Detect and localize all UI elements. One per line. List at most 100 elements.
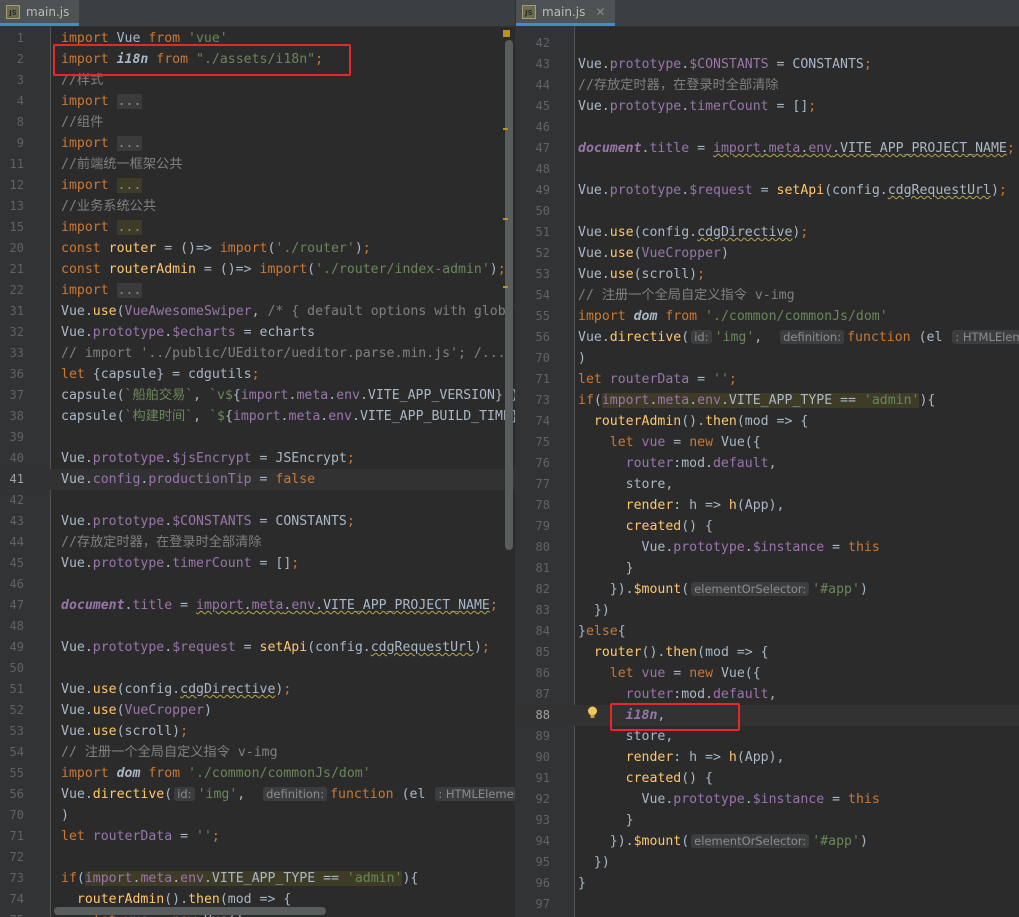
code-text[interactable]: //存放定时器，在登录时全部清除 — [61, 532, 262, 553]
code-line[interactable]: 40 Vue.prototype.$jsEncrypt = JSEncrypt; — [0, 448, 515, 469]
code-text[interactable]: import ... — [61, 175, 143, 196]
code-line[interactable]: 76 router:mod.default, — [516, 453, 1019, 474]
code-line[interactable]: 12 import ... — [0, 175, 515, 196]
code-line[interactable]: 93 } — [516, 810, 1019, 831]
code-line[interactable]: 70) — [0, 805, 515, 826]
code-text[interactable]: Vue.use(VueCropper) — [578, 243, 729, 264]
code-line[interactable]: 56 Vue.directive(id:'img', definition: fun… — [516, 327, 1019, 348]
code-lines[interactable]: 1 import Vue from 'vue' 2 import i18n from … — [0, 28, 515, 917]
code-text[interactable]: // 注册一个全局自定义指令 v-img — [578, 285, 795, 306]
code-line[interactable]: 97 — [516, 894, 1019, 915]
code-line[interactable]: 43 Vue.prototype.$CONSTANTS = CONSTANTS; — [516, 54, 1019, 75]
code-line[interactable]: 77 store, — [516, 474, 1019, 495]
code-text[interactable]: capsule(`构建时间`, `${import.meta.env.VITE_… — [61, 406, 515, 427]
code-line[interactable]: 70) — [516, 348, 1019, 369]
warning-marker[interactable] — [503, 30, 510, 37]
code-text[interactable]: let routerData = ''; — [61, 826, 220, 847]
code-line[interactable]: 3 //样式 — [0, 70, 515, 91]
code-text[interactable]: created() { — [578, 516, 713, 537]
code-text[interactable]: router().then(mod => { — [578, 642, 769, 663]
code-text[interactable]: import Vue from 'vue' — [61, 28, 228, 49]
code-line[interactable]: 11 //前端统一框架公共 — [0, 154, 515, 175]
code-line[interactable]: 89 store, — [516, 726, 1019, 747]
code-text[interactable]: Vue.prototype.$instance = this — [578, 789, 880, 810]
code-line[interactable]: 92 Vue.prototype.$instance = this — [516, 789, 1019, 810]
editor-pane-left[interactable]: JS main.js 1 import Vue from 'vue' 2 import… — [0, 0, 515, 917]
lightbulb-icon[interactable] — [587, 706, 598, 720]
code-line[interactable]: 44 //存放定时器，在登录时全部清除 — [0, 532, 515, 553]
code-text[interactable]: // import '../public/UEditor/ueditor.par… — [61, 343, 506, 364]
code-line[interactable]: 71 let routerData = ''; — [0, 826, 515, 847]
code-line[interactable]: 20 const router = ()=> import('./router')… — [0, 238, 515, 259]
code-text[interactable]: Vue.directive(id:'img', definition: funct… — [61, 784, 515, 805]
code-text[interactable]: router:mod.default, — [578, 684, 777, 705]
code-text[interactable]: const routerAdmin = ()=> import('./route… — [61, 259, 506, 280]
code-line[interactable]: 44 //存放定时器，在登录时全部清除 — [516, 75, 1019, 96]
code-text[interactable]: import dom from './common/commonJs/dom' — [578, 306, 888, 327]
code-text[interactable]: router:mod.default, — [578, 453, 777, 474]
code-line[interactable]: 39 — [0, 427, 515, 448]
code-text[interactable]: }).$mount(elementOrSelector: '#app') — [578, 831, 868, 852]
vertical-scrollbar[interactable] — [505, 40, 513, 550]
code-line[interactable]: 31 Vue.use(VueAwesomeSwiper, /* { default… — [0, 301, 515, 322]
code-line[interactable]: 81 } — [516, 558, 1019, 579]
tab-main-js-left[interactable]: JS main.js — [0, 0, 80, 26]
code-line[interactable]: 36 let {capsule} = cdgutils; — [0, 364, 515, 385]
code-line[interactable]: 33 // import '../public/UEditor/ueditor.p… — [0, 343, 515, 364]
code-text[interactable]: document.title = import.meta.env.VITE_AP… — [61, 595, 498, 616]
code-line[interactable]: 74 routerAdmin().then(mod => { — [516, 411, 1019, 432]
code-line[interactable]: 87 router:mod.default, — [516, 684, 1019, 705]
code-text[interactable]: ) — [578, 348, 586, 369]
code-line[interactable]: 15 import ... — [0, 217, 515, 238]
code-text[interactable]: Vue.prototype.$request = setApi(config.c… — [61, 637, 490, 658]
code-line[interactable]: 85 router().then(mod => { — [516, 642, 1019, 663]
code-text[interactable]: Vue.use(VueCropper) — [61, 700, 212, 721]
code-line[interactable]: 83 }) — [516, 600, 1019, 621]
code-line[interactable]: 50 — [0, 658, 515, 679]
code-line[interactable]: 42 — [0, 490, 515, 511]
code-text[interactable]: import i18n from "./assets/i18n"; — [61, 49, 323, 70]
code-line[interactable]: 1 import Vue from 'vue' — [0, 28, 515, 49]
code-text[interactable]: let vue = new Vue({ — [578, 432, 761, 453]
code-text[interactable]: let {capsule} = cdgutils; — [61, 364, 260, 385]
code-text[interactable]: Vue.prototype.timerCount = []; — [578, 96, 816, 117]
code-line[interactable]: 41 Vue.config.productionTip = false — [0, 469, 515, 490]
code-text[interactable]: render: h => h(App), — [578, 495, 785, 516]
code-line[interactable]: 22 import ... — [0, 280, 515, 301]
code-text[interactable]: if(import.meta.env.VITE_APP_TYPE == 'adm… — [61, 868, 418, 889]
code-text[interactable]: Vue.use(config.cdgDirective); — [578, 222, 808, 243]
code-text[interactable]: import ... — [61, 133, 143, 154]
code-text[interactable]: created() { — [578, 768, 713, 789]
code-line[interactable]: 95 }) — [516, 852, 1019, 873]
code-line[interactable]: 47 document.title = import.meta.env.VITE_… — [0, 595, 515, 616]
code-line[interactable]: 48 — [516, 159, 1019, 180]
code-text[interactable]: capsule(`船舶交易`, `v${import.meta.env.VITE… — [61, 385, 515, 406]
code-text[interactable]: import dom from './common/commonJs/dom' — [61, 763, 371, 784]
code-text[interactable]: import ... — [61, 91, 143, 112]
code-line[interactable]: 46 — [516, 117, 1019, 138]
code-line[interactable]: 54 // 注册一个全局自定义指令 v-img — [516, 285, 1019, 306]
code-line[interactable]: 49 Vue.prototype.$request = setApi(config… — [516, 180, 1019, 201]
code-text[interactable]: Vue.prototype.$CONSTANTS = CONSTANTS; — [61, 511, 355, 532]
code-text[interactable]: } — [578, 810, 634, 831]
code-text[interactable]: //存放定时器，在登录时全部清除 — [578, 75, 779, 96]
code-text[interactable]: Vue.use(scroll); — [61, 721, 188, 742]
code-text[interactable]: } — [578, 558, 634, 579]
code-line[interactable]: 2 import i18n from "./assets/i18n"; — [0, 49, 515, 70]
code-text[interactable]: document.title = import.meta.env.VITE_AP… — [578, 138, 1015, 159]
code-line[interactable]: 8 //组件 — [0, 112, 515, 133]
code-text[interactable]: const router = ()=> import('./router'); — [61, 238, 371, 259]
code-text[interactable]: Vue.prototype.$instance = this — [578, 537, 880, 558]
code-text[interactable]: Vue.prototype.$jsEncrypt = JSEncrypt; — [61, 448, 355, 469]
code-text[interactable]: //样式 — [61, 70, 103, 91]
code-line[interactable]: 80 Vue.prototype.$instance = this — [516, 537, 1019, 558]
code-text[interactable]: Vue.prototype.$request = setApi(config.c… — [578, 180, 1007, 201]
code-line[interactable]: 47 document.title = import.meta.env.VITE_… — [516, 138, 1019, 159]
code-text[interactable]: Vue.use(VueAwesomeSwiper, /* { default o… — [61, 301, 515, 322]
code-line[interactable]: 4 import ... — [0, 91, 515, 112]
code-line[interactable]: 9 import ... — [0, 133, 515, 154]
tab-main-js-right[interactable]: JS main.js ✕ — [516, 0, 616, 26]
code-line[interactable]: 82 }).$mount(elementOrSelector: '#app') — [516, 579, 1019, 600]
code-text[interactable]: store, — [578, 474, 674, 495]
horizontal-scrollbar[interactable] — [54, 907, 326, 915]
